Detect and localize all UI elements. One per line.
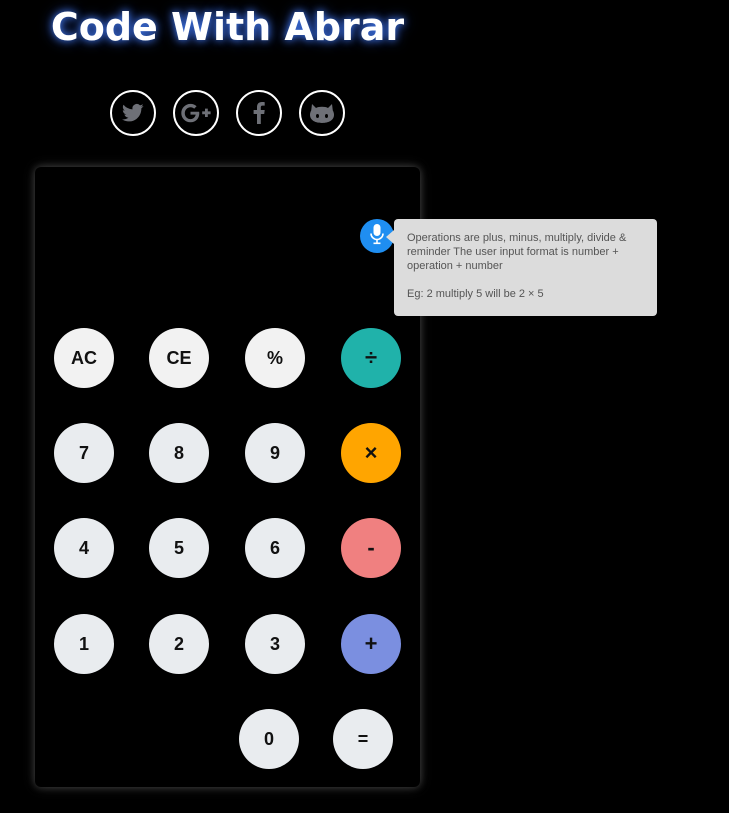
calculator-display [55,187,355,227]
divide-button[interactable]: ÷ [341,328,401,388]
digit-0-button[interactable]: 0 [239,709,299,769]
digit-6-button[interactable]: 6 [245,518,305,578]
plus-button[interactable]: + [341,614,401,674]
tooltip-instructions: Operations are plus, minus, multiply, di… [407,232,627,272]
multiply-button[interactable]: × [341,423,401,483]
microphone-icon [370,223,384,249]
digit-5-button[interactable]: 5 [149,518,209,578]
github-link[interactable] [299,90,345,136]
minus-button[interactable]: - [341,518,401,578]
digit-4-button[interactable]: 4 [54,518,114,578]
facebook-link[interactable] [236,90,282,136]
google-plus-icon [181,103,211,123]
digit-1-button[interactable]: 1 [54,614,114,674]
percent-button[interactable]: % [245,328,305,388]
digit-3-button[interactable]: 3 [245,614,305,674]
google-plus-link[interactable] [173,90,219,136]
digit-9-button[interactable]: 9 [245,423,305,483]
page-title: Code With Abrar [50,5,405,49]
clear-all-button[interactable]: AC [54,328,114,388]
clear-entry-button[interactable]: CE [149,328,209,388]
tooltip-example: Eg: 2 multiply 5 will be 2 × 5 [407,288,544,300]
twitter-link[interactable] [110,90,156,136]
github-icon [310,102,334,124]
facebook-icon [253,102,265,124]
voice-help-tooltip: Operations are plus, minus, multiply, di… [386,219,657,316]
equals-button[interactable]: = [333,709,393,769]
twitter-icon [122,103,144,123]
digit-2-button[interactable]: 2 [149,614,209,674]
digit-7-button[interactable]: 7 [54,423,114,483]
digit-8-button[interactable]: 8 [149,423,209,483]
